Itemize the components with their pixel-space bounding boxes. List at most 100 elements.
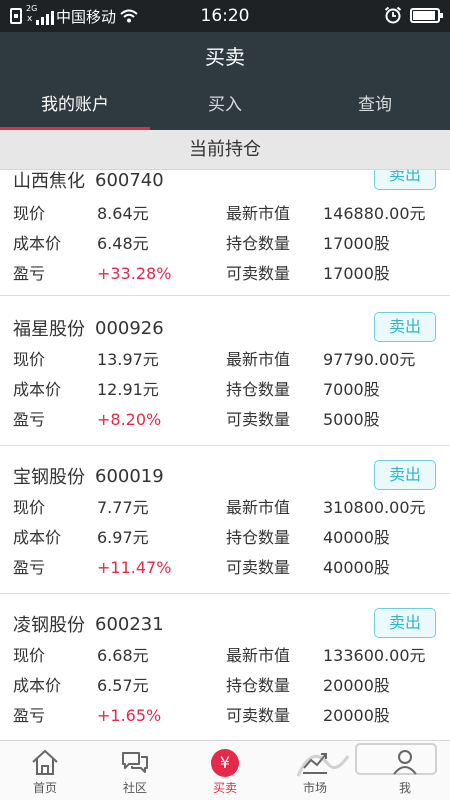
page-title: 买卖 (205, 45, 245, 69)
sellable-qty-label: 可卖数量 (226, 558, 291, 577)
price-label: 现价 (13, 646, 46, 665)
market-value: 133600.00元 (323, 646, 426, 665)
cost-value: 6.57元 (97, 676, 149, 695)
cost-row: 成本价 6.97元 持仓数量 40000股 (0, 523, 450, 553)
cost-label: 成本价 (13, 380, 62, 399)
yuan-icon: ¥ (211, 749, 239, 777)
sell-button[interactable]: 卖出 (374, 170, 436, 190)
market-value-label: 最新市值 (226, 350, 291, 369)
cost-row: 成本价 6.48元 持仓数量 17000股 (0, 229, 450, 259)
tab-query[interactable]: 查询 (300, 82, 450, 130)
price-value: 7.77元 (97, 498, 149, 517)
holding-qty: 20000股 (323, 676, 390, 695)
sellable-qty-label: 可卖数量 (226, 706, 291, 725)
sellable-qty: 17000股 (323, 264, 390, 283)
sellable-qty: 40000股 (323, 558, 390, 577)
stock-header: 凌钢股份 600231 (13, 606, 164, 642)
pnl-value: +8.20% (97, 410, 162, 429)
nav-trade[interactable]: ¥ 买卖 (180, 741, 270, 800)
bottom-nav: 首页 社区 ¥ 买卖 市场 我 (0, 740, 450, 800)
nav-market[interactable]: 市场 (270, 741, 360, 800)
cost-value: 12.91元 (97, 380, 159, 399)
pnl-value: +33.28% (97, 264, 172, 283)
market-value-label: 最新市值 (226, 204, 291, 223)
nav-trade-label: 买卖 (212, 781, 237, 795)
nav-me-label: 我 (398, 781, 411, 795)
nav-me[interactable]: 我 (360, 741, 450, 800)
price-value: 6.68元 (97, 646, 149, 665)
holdings-list[interactable]: 山西焦化 600740 卖出 现价 8.64元 最新市值 146880.00元 … (0, 170, 450, 740)
holding-qty-label: 持仓数量 (226, 676, 291, 695)
holding-qty: 40000股 (323, 528, 390, 547)
price-value: 13.97元 (97, 350, 159, 369)
section-title: 当前持仓 (0, 130, 450, 170)
tab-bar: 我的账户 买入 查询 (0, 82, 450, 130)
holding-card: 福星股份 000926 卖出 现价 13.97元 最新市值 97790.00元 … (0, 298, 450, 446)
stock-code: 600019 (95, 465, 164, 487)
stock-code: 600231 (95, 613, 164, 635)
price-label: 现价 (13, 204, 46, 223)
nav-community-label: 社区 (122, 781, 147, 795)
pnl-value: +11.47% (97, 558, 172, 577)
cost-label: 成本价 (13, 234, 62, 253)
pnl-row: 盈亏 +11.47% 可卖数量 40000股 (0, 553, 450, 583)
pnl-label: 盈亏 (13, 264, 46, 283)
price-row: 现价 13.97元 最新市值 97790.00元 (0, 345, 450, 375)
alarm-icon (384, 6, 402, 24)
market-value-label: 最新市值 (226, 498, 291, 517)
cost-label: 成本价 (13, 676, 62, 695)
chat-icon (122, 752, 148, 773)
pnl-row: 盈亏 +1.65% 可卖数量 20000股 (0, 701, 450, 731)
pnl-value: +1.65% (97, 706, 162, 725)
price-row: 现价 7.77元 最新市值 310800.00元 (0, 493, 450, 523)
pnl-row: 盈亏 +33.28% 可卖数量 17000股 (0, 259, 450, 289)
market-value: 146880.00元 (323, 204, 426, 223)
tab-my-account[interactable]: 我的账户 (0, 82, 150, 130)
holding-card: 凌钢股份 600231 卖出 现价 6.68元 最新市值 133600.00元 … (0, 594, 450, 740)
tab-buy[interactable]: 买入 (150, 82, 300, 130)
price-label: 现价 (13, 498, 46, 517)
holding-qty-label: 持仓数量 (226, 234, 291, 253)
sell-button[interactable]: 卖出 (374, 608, 436, 638)
cost-row: 成本价 6.57元 持仓数量 20000股 (0, 671, 450, 701)
sellable-qty: 20000股 (323, 706, 390, 725)
pnl-label: 盈亏 (13, 410, 46, 429)
holding-card: 山西焦化 600740 卖出 现价 8.64元 最新市值 146880.00元 … (0, 170, 450, 296)
stock-header: 福星股份 000926 (13, 310, 164, 346)
sell-button[interactable]: 卖出 (374, 312, 436, 342)
stock-header: 宝钢股份 600019 (13, 458, 164, 494)
nav-home-label: 首页 (32, 781, 57, 795)
holding-card: 宝钢股份 600019 卖出 现价 7.77元 最新市值 310800.00元 … (0, 446, 450, 594)
sell-button[interactable]: 卖出 (374, 460, 436, 490)
cost-value: 6.48元 (97, 234, 149, 253)
cost-label: 成本价 (13, 528, 62, 547)
sellable-qty-label: 可卖数量 (226, 264, 291, 283)
clock: 16:20 (200, 6, 250, 26)
home-icon (32, 749, 58, 775)
stock-name: 福星股份 (13, 319, 85, 340)
holding-qty-label: 持仓数量 (226, 380, 291, 399)
user-icon (393, 750, 417, 775)
price-value: 8.64元 (97, 204, 149, 223)
holding-qty-label: 持仓数量 (226, 528, 291, 547)
market-value-label: 最新市值 (226, 646, 291, 665)
nav-community[interactable]: 社区 (90, 741, 180, 800)
cost-row: 成本价 12.91元 持仓数量 7000股 (0, 375, 450, 405)
price-row: 现价 8.64元 最新市值 146880.00元 (0, 199, 450, 229)
app-header: 买卖 (0, 32, 450, 82)
stock-name: 宝钢股份 (13, 467, 85, 488)
stock-code: 000926 (95, 317, 164, 339)
nav-home[interactable]: 首页 (0, 741, 90, 800)
cost-value: 6.97元 (97, 528, 149, 547)
price-row: 现价 6.68元 最新市值 133600.00元 (0, 641, 450, 671)
stock-name: 山西焦化 (13, 171, 85, 192)
sellable-qty: 5000股 (323, 410, 380, 429)
battery-icon (410, 7, 443, 23)
status-right (384, 6, 443, 24)
status-bar: 2G x 中国移动 16:20 (0, 0, 450, 32)
holding-qty: 17000股 (323, 234, 390, 253)
stock-name: 凌钢股份 (13, 615, 85, 636)
pnl-label: 盈亏 (13, 558, 46, 577)
market-value: 310800.00元 (323, 498, 426, 517)
price-label: 现价 (13, 350, 46, 369)
